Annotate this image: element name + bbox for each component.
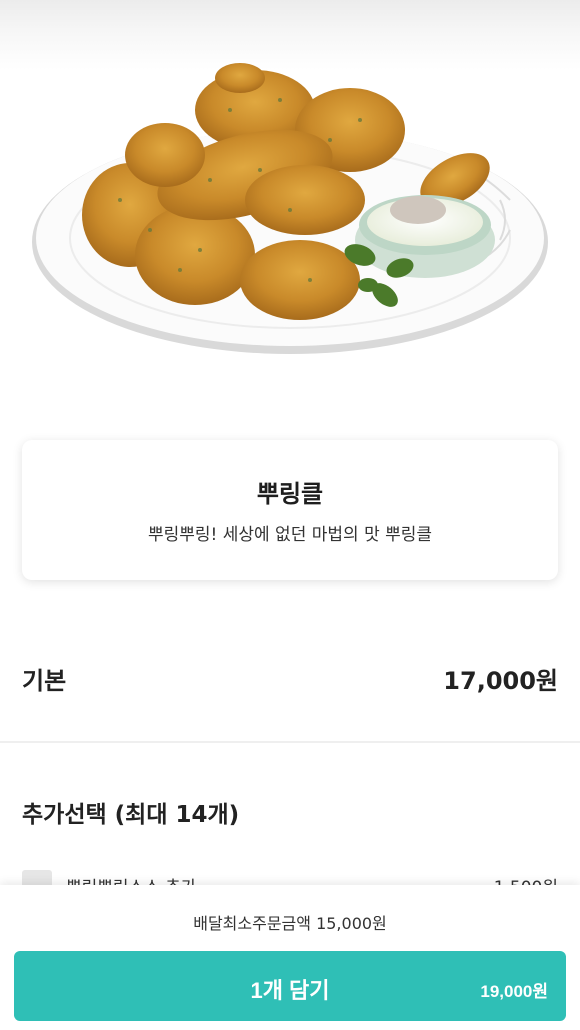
menu-hero-image bbox=[0, 0, 580, 420]
menu-name: 뿌링클 bbox=[256, 480, 324, 508]
cart-total-price: 19,000원 bbox=[480, 982, 548, 1001]
add-to-cart-button[interactable]: 1개 담기 19,000원 bbox=[14, 951, 566, 1021]
base-price: 17,000원 bbox=[443, 666, 558, 695]
bottom-order-bar: 배달최소주문금액 15,000원 1개 담기 19,000원 bbox=[0, 885, 580, 1030]
base-price-row: 기본 17,000원 bbox=[22, 658, 558, 698]
section-divider bbox=[0, 741, 580, 743]
base-label: 기본 bbox=[22, 666, 67, 695]
menu-info-card: 뿌링클 뿌링뿌링! 세상에 없던 마법의 맛 뿌링클 bbox=[22, 440, 558, 580]
menu-description: 뿌링뿌링! 세상에 없던 마법의 맛 뿌링클 bbox=[147, 525, 433, 545]
chicken-plate-image bbox=[32, 63, 548, 354]
min-order-amount: 배달최소주문금액 15,000원 bbox=[193, 914, 387, 933]
options-title: 추가선택 (최대 14개) bbox=[22, 802, 240, 828]
